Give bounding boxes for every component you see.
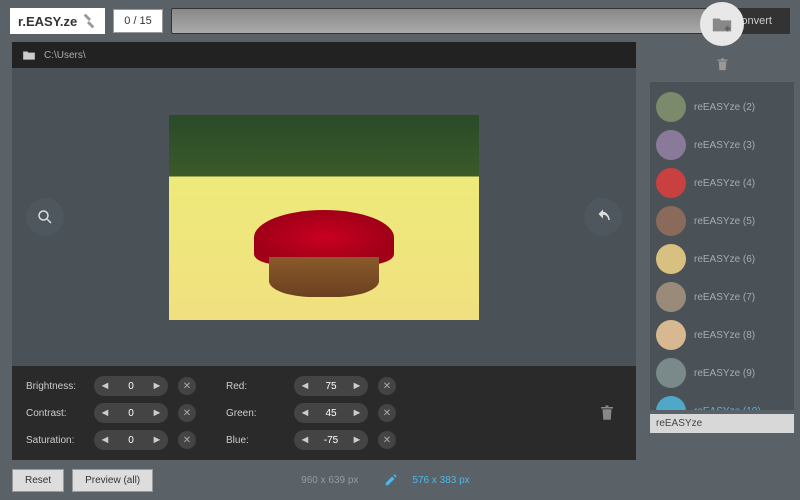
item-name: reEASYze (5) — [694, 216, 755, 227]
right-stepper[interactable]: ◄45► — [294, 403, 368, 423]
delete-item-button[interactable] — [710, 52, 734, 76]
thumbnail — [656, 130, 686, 160]
item-name: reEASYze (6) — [694, 254, 755, 265]
path-text: C:\Users\ — [44, 50, 86, 61]
left-stepper[interactable]: ◄0► — [94, 376, 168, 396]
left-stepper[interactable]: ◄0► — [94, 430, 168, 450]
increment-button[interactable]: ► — [146, 376, 168, 396]
reset-value-button[interactable]: ✕ — [178, 404, 196, 422]
left-label: Contrast: — [26, 408, 88, 419]
list-item[interactable]: reEASYze (2) — [654, 88, 790, 126]
reset-value-button[interactable]: ✕ — [178, 431, 196, 449]
magnifier-icon — [36, 208, 54, 226]
stepper-value: 0 — [116, 435, 146, 446]
progress-bar — [171, 8, 708, 34]
add-folder-button[interactable] — [700, 2, 744, 46]
stepper-value: 0 — [116, 408, 146, 419]
item-name: reEASYze (8) — [694, 330, 755, 341]
item-name: reEASYze (4) — [694, 178, 755, 189]
reset-button[interactable]: Reset — [12, 469, 64, 492]
breadcrumb[interactable]: C:\Users\ — [12, 42, 636, 68]
preview-image — [169, 115, 479, 320]
left-label: Brightness: — [26, 381, 88, 392]
pencil-icon — [384, 473, 398, 487]
list-item[interactable]: reEASYze (10) — [654, 392, 790, 410]
zoom-button[interactable] — [26, 198, 64, 236]
thumbnail — [656, 396, 686, 410]
right-label: Blue: — [226, 435, 288, 446]
right-label: Red: — [226, 381, 288, 392]
reset-value-button[interactable]: ✕ — [378, 431, 396, 449]
decrement-button[interactable]: ◄ — [94, 403, 116, 423]
adjustments-panel: Brightness:◄0►✕Contrast:◄0►✕Saturation:◄… — [12, 366, 636, 460]
item-name: reEASYze (9) — [694, 368, 755, 379]
right-label: Green: — [226, 408, 288, 419]
stepper-value: 75 — [316, 381, 346, 392]
preview-all-button[interactable]: Preview (all) — [72, 469, 153, 492]
thumbnail — [656, 358, 686, 388]
logo-text: r.EASY.ze — [18, 14, 77, 29]
left-label: Saturation: — [26, 435, 88, 446]
reset-value-button[interactable]: ✕ — [378, 377, 396, 395]
undo-icon — [594, 208, 612, 226]
list-item[interactable]: reEASYze (5) — [654, 202, 790, 240]
thumbnail — [656, 168, 686, 198]
decrement-button[interactable]: ◄ — [294, 376, 316, 396]
file-list[interactable]: reEASYze (2) reEASYze (3) reEASYze (4) reEA… — [650, 82, 794, 410]
delete-adjustments-button[interactable] — [592, 398, 622, 428]
trash-icon — [715, 57, 730, 72]
app-logo: r.EASY.ze — [10, 8, 105, 34]
folder-plus-icon — [711, 13, 733, 35]
folder-icon — [22, 48, 36, 62]
stepper-value: 45 — [316, 408, 346, 419]
increment-button[interactable]: ► — [346, 430, 368, 450]
stepper-value: -75 — [316, 435, 346, 446]
original-dimensions: 960 x 639 px — [301, 475, 358, 486]
undo-button[interactable] — [584, 198, 622, 236]
image-canvas — [12, 68, 636, 366]
thumbnail — [656, 282, 686, 312]
item-name: reEASYze (2) — [694, 102, 755, 113]
increment-button[interactable]: ► — [346, 403, 368, 423]
thumbnail — [656, 244, 686, 274]
increment-button[interactable]: ► — [346, 376, 368, 396]
thumbnail — [656, 206, 686, 236]
thumbnail — [656, 92, 686, 122]
edit-dimensions-button[interactable] — [384, 473, 398, 487]
list-item[interactable]: reEASYze (6) — [654, 240, 790, 278]
list-item[interactable]: reEASYze (3) — [654, 126, 790, 164]
list-item[interactable]: reEASYze (9) — [654, 354, 790, 392]
left-stepper[interactable]: ◄0► — [94, 403, 168, 423]
decrement-button[interactable]: ◄ — [94, 430, 116, 450]
decrement-button[interactable]: ◄ — [294, 403, 316, 423]
reset-value-button[interactable]: ✕ — [178, 377, 196, 395]
stepper-value: 0 — [116, 381, 146, 392]
reset-value-button[interactable]: ✕ — [378, 404, 396, 422]
thumbnail — [656, 320, 686, 350]
new-dimensions: 576 x 383 px — [412, 475, 469, 486]
right-stepper[interactable]: ◄-75► — [294, 430, 368, 450]
list-item[interactable]: reEASYze (8) — [654, 316, 790, 354]
list-item[interactable]: reEASYze (7) — [654, 278, 790, 316]
trash-icon — [598, 404, 616, 422]
decrement-button[interactable]: ◄ — [294, 430, 316, 450]
decrement-button[interactable]: ◄ — [94, 376, 116, 396]
right-stepper[interactable]: ◄75► — [294, 376, 368, 396]
item-name: reEASYze (10) — [694, 406, 761, 411]
item-name: reEASYze (7) — [694, 292, 755, 303]
list-item[interactable]: reEASYze (4) — [654, 164, 790, 202]
rename-input[interactable]: reEASYze — [650, 414, 794, 433]
queue-counter: 0 / 15 — [113, 9, 163, 33]
increment-button[interactable]: ► — [146, 403, 168, 423]
item-name: reEASYze (3) — [694, 140, 755, 151]
increment-button[interactable]: ► — [146, 430, 168, 450]
